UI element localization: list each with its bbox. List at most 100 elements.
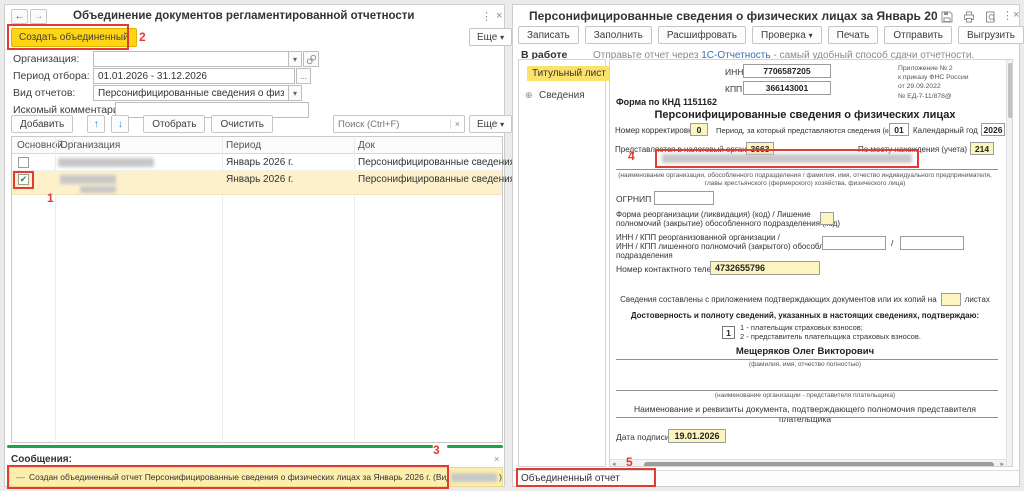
merge-documents-window: ← → Объединение документов регламентиров… [4, 4, 559, 489]
chain-icon [306, 54, 316, 64]
list-more-button[interactable]: Еще ▾ [469, 115, 513, 133]
bottom-bar: Объединенный отчет [513, 470, 1019, 486]
clear-button[interactable]: Очистить [211, 115, 273, 133]
organization-redacted [58, 158, 154, 167]
row-period: Январь 2026 г. [226, 174, 294, 185]
more-dots-icon[interactable]: ⋮ [1002, 9, 1013, 22]
organization-dropdown-button[interactable]: ▾ [288, 51, 302, 67]
print-button[interactable]: Печать [827, 26, 879, 44]
back-button[interactable]: ← [11, 9, 28, 24]
correction-label: Номер корректировки [615, 126, 697, 135]
row-period: Январь 2026 г. [226, 157, 294, 168]
dropdown-icon: ▾ [808, 30, 813, 40]
reorg-inn-field[interactable] [822, 236, 886, 250]
scrollbar-thumb[interactable] [1008, 63, 1012, 118]
write-button[interactable]: Записать [518, 26, 579, 44]
organization-redacted [451, 472, 498, 482]
appendix-line: Приложение № 2 [898, 65, 953, 72]
kpp-field[interactable]: 366143001 [743, 81, 831, 95]
phone-field[interactable]: 4732655796 [710, 261, 820, 275]
annotation-3: 3 [433, 443, 440, 457]
messages-close-icon[interactable]: × [494, 454, 499, 464]
knd-label: Форма по КНД 1151162 [616, 97, 717, 107]
add-button[interactable]: Добавить [11, 115, 74, 133]
period-picker-button[interactable]: ... [296, 68, 311, 84]
reorg-label: полномочий (закрытие) обособленного подр… [616, 219, 841, 228]
place-code-label: По месту нахождения (учета) (код) [858, 145, 988, 154]
move-up-button[interactable]: ↑ [87, 115, 106, 133]
table-row[interactable]: Январь 2026 г. Персонифицированные сведе… [12, 155, 559, 171]
row-checkbox[interactable] [18, 157, 29, 168]
more-button-top[interactable]: Еще ▾ [469, 28, 513, 46]
annotation-5: 5 [626, 455, 633, 469]
more-dots-icon[interactable]: ⋮ [481, 10, 492, 23]
merged-report-tab[interactable]: Объединенный отчет [521, 473, 620, 484]
organization-input[interactable] [93, 51, 289, 67]
nav-item-info[interactable]: Сведения [539, 90, 585, 101]
innkpp-label: ИНН / КПП лишенного полномочий (закрытог… [616, 242, 849, 251]
column-period[interactable]: Период [226, 140, 261, 151]
scroll-right-icon[interactable]: ▸ [1000, 460, 1004, 466]
year-field[interactable]: 2026 [981, 123, 1005, 136]
signer-legend: 2 - представитель плательщика страховых … [740, 332, 921, 341]
scrollbar-thumb[interactable] [644, 461, 994, 466]
documents-table: Основной Организация Период Док Январь 2… [11, 136, 559, 444]
attach-sheets-field[interactable] [940, 293, 961, 306]
dropdown-icon: ▾ [292, 54, 297, 64]
message-bar[interactable]: — Создан объединенный отчет Персонифицир… [9, 467, 503, 487]
nav-item-title-sheet[interactable]: Титульный лист [527, 66, 611, 81]
appendix-line: к приказу ФНС России [898, 74, 969, 82]
reorg-code-field[interactable] [820, 212, 834, 225]
arrow-down-icon: ↓ [117, 118, 123, 130]
doc-confirm-text: Наименование и реквизиты документа, подт… [634, 404, 976, 424]
sign-date-field[interactable]: 19.01.2026 [668, 429, 726, 443]
horizontal-scrollbar[interactable]: ◂ ▸ [610, 459, 1006, 466]
signer-code-field[interactable]: 1 [722, 326, 735, 339]
expander-icon[interactable]: ⊕ [525, 90, 533, 101]
move-down-button[interactable]: ↓ [111, 115, 130, 133]
table-row-selected[interactable]: ✔ Январь 2026 г. Персонифицированные све… [12, 171, 559, 195]
fill-button[interactable]: Заполнить [584, 26, 652, 44]
correction-field[interactable]: 0 [690, 123, 708, 136]
select-button[interactable]: Отобрать [143, 115, 206, 133]
organization-open-button[interactable] [303, 51, 319, 67]
send-button[interactable]: Отправить [884, 26, 952, 44]
desktop: ← → Объединение документов регламентиров… [0, 0, 1024, 491]
dropdown-icon: ▾ [500, 119, 505, 129]
attachments-row: Сведения составлены с приложением подтве… [610, 293, 1000, 306]
report-type-dropdown-button[interactable]: ▾ [288, 85, 302, 101]
row-checkbox-checked[interactable]: ✔ [18, 174, 29, 185]
place-code-field[interactable]: 214 [970, 142, 994, 155]
period-input[interactable]: 01.01.2026 - 31.12.2026 [93, 68, 295, 84]
create-merged-button[interactable]: Создать объединенный [11, 28, 137, 47]
decode-button[interactable]: Расшифровать [657, 26, 747, 44]
search-clear-icon[interactable]: × [449, 119, 464, 129]
period-code-field[interactable]: 01 [889, 123, 909, 136]
period-code-label: Период, за который представляются сведен… [716, 126, 900, 135]
appendix-line: № ЕД-7-11/878@ [898, 92, 952, 100]
reorg-kpp-field[interactable] [900, 236, 964, 250]
organization-label: Организация: [13, 53, 80, 65]
organization-redacted [60, 175, 116, 184]
ogrnip-field[interactable] [654, 191, 714, 205]
year-label: Календарный год [913, 126, 978, 135]
search-input[interactable] [334, 118, 450, 130]
column-doc[interactable]: Док [358, 140, 375, 151]
scroll-left-icon[interactable]: ◂ [612, 460, 616, 466]
signer-underline [616, 359, 998, 360]
close-icon[interactable]: × [496, 10, 502, 22]
doc-underline [616, 417, 998, 418]
more-label: Еще [477, 31, 498, 43]
kpp-label: КПП [725, 84, 743, 94]
export-button[interactable]: Выгрузить [957, 26, 1024, 44]
forward-button[interactable]: → [30, 9, 47, 24]
appendix-line: от 29.09.2022 [898, 83, 941, 91]
check-button[interactable]: Проверка ▾ [752, 26, 822, 44]
vertical-scrollbar[interactable] [1006, 60, 1012, 466]
inn-field[interactable]: 7706587205 [743, 64, 831, 78]
close-icon[interactable]: × [1013, 9, 1019, 21]
progress-bar [7, 445, 433, 448]
column-organization[interactable]: Организация [60, 140, 120, 151]
organization-name-redacted [662, 154, 912, 163]
report-type-input[interactable]: Персонифицированные сведения о физически… [93, 85, 289, 101]
